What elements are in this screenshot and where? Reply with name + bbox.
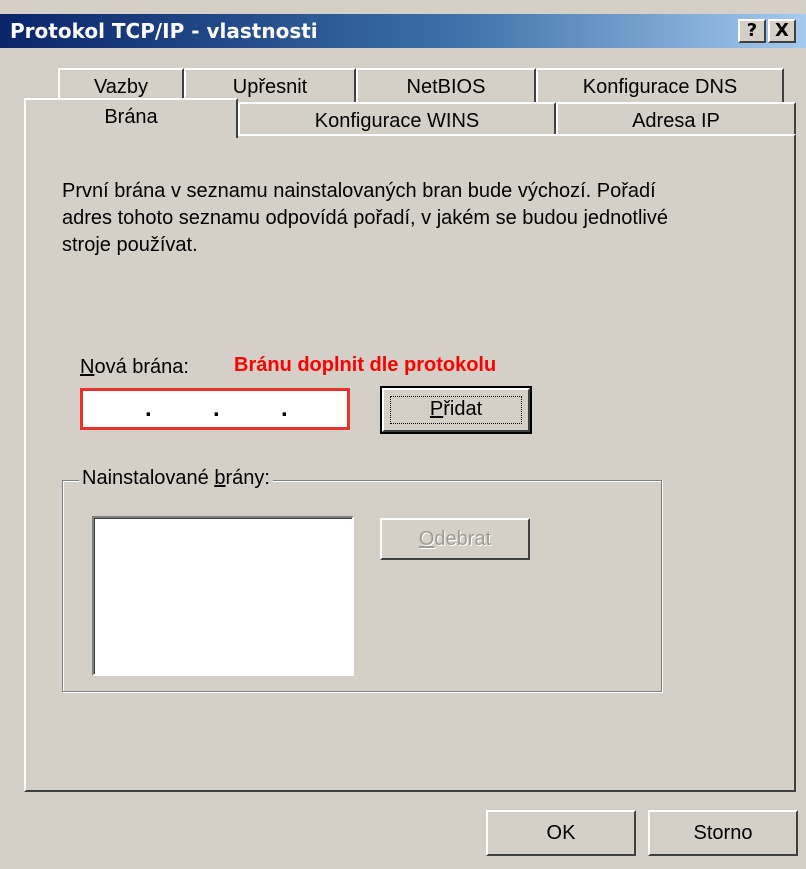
remove-gateway-label: Odebrat (418, 528, 492, 550)
tab-netbios[interactable]: NetBIOS (356, 68, 536, 104)
remove-gateway-button[interactable]: Odebrat (380, 518, 530, 560)
tab-konfigurace-wins[interactable]: Konfigurace WINS (238, 102, 556, 138)
title-bar[interactable]: Protokol TCP/IP - vlastnosti ? X (0, 14, 806, 48)
close-button[interactable]: X (768, 19, 796, 43)
new-gateway-label: Nová brána: (80, 356, 189, 378)
add-gateway-button[interactable]: Přidat (380, 386, 532, 434)
cancel-button[interactable]: Storno (648, 810, 798, 856)
tab-brana[interactable]: Brána (24, 98, 238, 138)
ip-separator: . (213, 395, 220, 422)
gateway-description: První brána v seznamu nainstalovaných br… (62, 180, 668, 256)
tab-adresa-ip[interactable]: Adresa IP (556, 102, 796, 138)
ip-separator: . (281, 395, 288, 422)
installed-gateways-list[interactable] (92, 516, 354, 676)
add-gateway-label: Přidat (429, 398, 483, 420)
new-gateway-ip-input[interactable]: . . . (80, 388, 350, 430)
gateway-note: Bránu doplnit dle protokolu (234, 354, 497, 376)
installed-gateways-title: Nainstalované brány: (79, 467, 273, 490)
tab-konfigurace-dns[interactable]: Konfigurace DNS (536, 68, 784, 104)
ok-button[interactable]: OK (486, 810, 636, 856)
ip-separator: . (145, 395, 152, 422)
properties-dialog: Protokol TCP/IP - vlastnosti ? X Vazby U… (0, 0, 806, 869)
window-title: Protokol TCP/IP - vlastnosti (10, 19, 318, 43)
help-button[interactable]: ? (738, 19, 766, 43)
